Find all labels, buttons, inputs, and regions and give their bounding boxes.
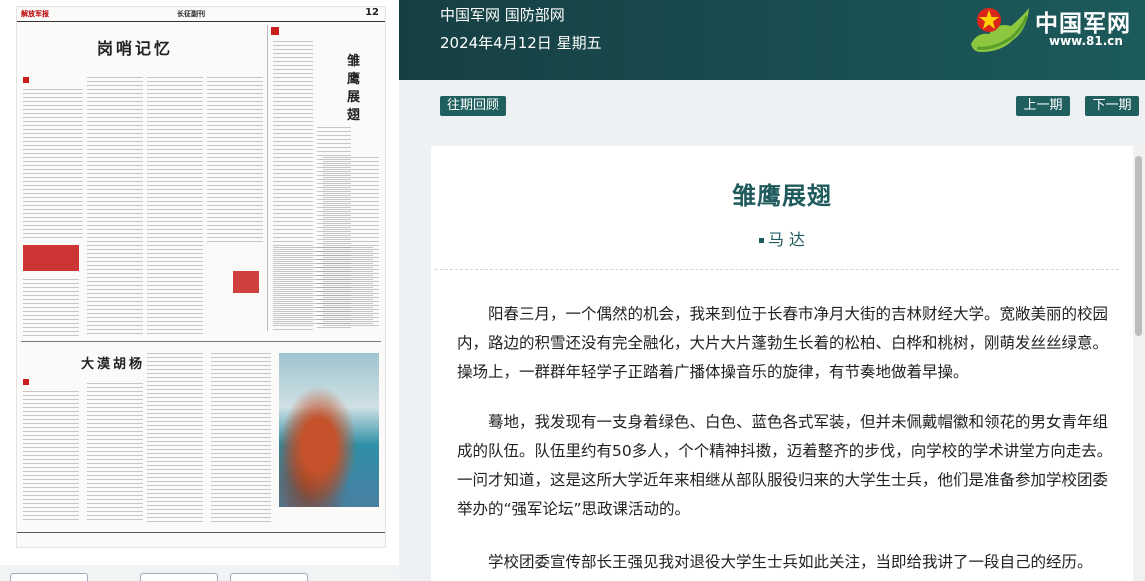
page-thumbnails bbox=[0, 565, 399, 581]
logo-text: 中国军网 bbox=[1035, 11, 1131, 37]
page-thumbnail[interactable] bbox=[230, 573, 308, 581]
newspaper-headline-bottom: 大漠胡杨 bbox=[81, 357, 146, 372]
article-paragraph: 蓦地，我发现有一支身着绿色、白色、蓝色各式军装，但并未佩戴帽徽和领花的男女青年组… bbox=[457, 413, 1113, 518]
divider bbox=[435, 269, 1119, 270]
newspaper-pane: 解放军报 长征副刊 12 岗哨记忆 雏鹰展翅 大漠胡杨 bbox=[0, 0, 399, 581]
prev-issue-button[interactable]: 上一期 bbox=[1016, 96, 1070, 116]
page-thumbnail[interactable] bbox=[10, 573, 88, 581]
archive-button[interactable]: 往期回顾 bbox=[440, 96, 506, 116]
article-panel: 雏鹰展翅 马 达 阳春三月，一个偶然的机会，我来到位于长春市净月大街的吉林财经大… bbox=[431, 146, 1133, 581]
landscape-painting bbox=[279, 353, 379, 507]
newspaper-page-image[interactable]: 解放军报 长征副刊 12 岗哨记忆 雏鹰展翅 大漠胡杨 bbox=[16, 6, 386, 548]
bullet-square-icon bbox=[758, 238, 764, 243]
chinamil-logo-icon bbox=[971, 8, 1029, 52]
page-thumbnail[interactable] bbox=[140, 573, 218, 581]
red-marker bbox=[23, 77, 29, 83]
red-seal bbox=[233, 271, 259, 293]
red-marker-3 bbox=[23, 379, 29, 385]
newspaper-section: 长征副刊 bbox=[177, 10, 205, 18]
red-banner bbox=[23, 245, 79, 271]
article-author: 马 达 bbox=[431, 226, 1133, 250]
newspaper-masthead: 解放军报 bbox=[21, 9, 49, 18]
newspaper-page-number: 12 bbox=[365, 7, 379, 18]
article-scrollbar[interactable] bbox=[1133, 146, 1145, 581]
author-name: 马 达 bbox=[767, 230, 806, 249]
article-paragraph: 阳春三月，一个偶然的机会，我来到位于长春市净月大街的吉林财经大学。宽敞美丽的校园… bbox=[457, 305, 1109, 381]
newspaper-headline-left: 岗哨记忆 bbox=[97, 39, 174, 58]
scrollbar-thumb[interactable] bbox=[1135, 156, 1142, 336]
red-marker-2 bbox=[271, 27, 279, 35]
newspaper-footer bbox=[17, 532, 385, 547]
article-title: 雏鹰展翅 bbox=[732, 182, 832, 210]
site-name: 中国军网 国防部网 bbox=[440, 6, 565, 24]
newspaper-headline-right: 雏鹰展翅 bbox=[347, 54, 361, 123]
next-issue-button[interactable]: 下一期 bbox=[1085, 96, 1139, 116]
newspaper-header: 解放军报 长征副刊 12 bbox=[17, 7, 385, 22]
article-paragraph: 学校团委宣传部长王强见我对退役大学生士兵如此关注，当即给我讲了一段自己的经历。 bbox=[488, 553, 1093, 571]
issue-date: 2024年4月12日 星期五 bbox=[440, 34, 602, 52]
site-header: 中国军网 国防部网 2024年4月12日 星期五 中国军网 www.81.cn bbox=[399, 0, 1145, 80]
logo-url: www.81.cn bbox=[1049, 34, 1123, 48]
